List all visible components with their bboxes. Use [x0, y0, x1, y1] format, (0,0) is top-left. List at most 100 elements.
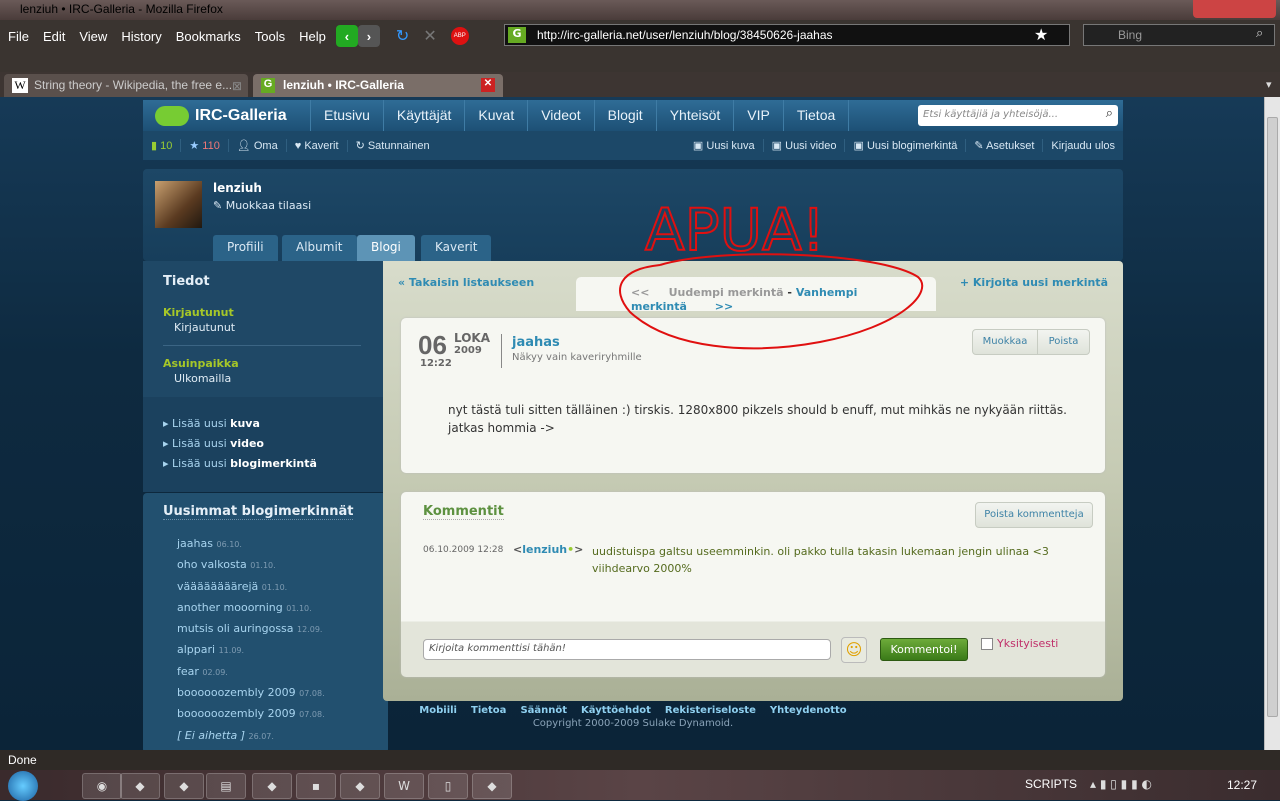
- footer-link[interactable]: Mobiili: [419, 705, 457, 716]
- back-to-list-link[interactable]: « Takaisin listaukseen: [398, 276, 534, 289]
- pencil-icon: ✎: [213, 199, 223, 212]
- menu-history[interactable]: History: [121, 29, 161, 44]
- nav-etusivu[interactable]: Etusivu: [310, 100, 383, 131]
- taskbar-notepad-icon[interactable]: ▯: [428, 773, 468, 799]
- footer-link[interactable]: Tietoa: [471, 705, 506, 716]
- submit-comment-button[interactable]: Kommentoi!: [880, 638, 968, 661]
- link-uusi-blogimerkinta[interactable]: ▣ Uusi blogimerkintä: [845, 139, 967, 152]
- nav-videot[interactable]: Videot: [527, 100, 593, 131]
- taskbar-app-icon[interactable]: ◆: [472, 773, 512, 799]
- nav-blogit[interactable]: Blogit: [593, 100, 656, 131]
- recent-post[interactable]: väääääääärejä 01.10.: [177, 580, 325, 601]
- menu-tools[interactable]: Tools: [255, 29, 285, 44]
- link-kaverit[interactable]: ♥ Kaverit: [287, 139, 348, 152]
- recent-post[interactable]: fear 02.09.: [177, 665, 325, 686]
- tab-kaverit[interactable]: Kaverit: [421, 235, 492, 261]
- add-video-link[interactable]: ▸ Lisää uusi video: [163, 437, 264, 450]
- taskbar-app-icon[interactable]: ◆: [164, 773, 204, 799]
- close-tab-icon[interactable]: ✕: [481, 78, 495, 92]
- tab-irc-galleria[interactable]: G lenziuh • IRC-Galleria ✕: [253, 74, 503, 97]
- link-kirjaudu-ulos[interactable]: Kirjaudu ulos: [1043, 140, 1123, 152]
- delete-comments-button[interactable]: Poista kommentteja: [975, 502, 1093, 528]
- nav-tietoa[interactable]: Tietoa: [782, 100, 850, 131]
- taskbar-app-icon[interactable]: ◆: [340, 773, 380, 799]
- link-oma[interactable]: 👤︎ Oma: [229, 139, 287, 152]
- recent-post[interactable]: alppari 11.09.: [177, 643, 325, 664]
- taskbar-terminal-icon[interactable]: ▪: [296, 773, 336, 799]
- site-search-input[interactable]: Etsi käyttäjiä ja yhteisöjä... ⌕: [918, 105, 1118, 126]
- stars-count[interactable]: ★ 110: [181, 139, 229, 152]
- add-blog-link[interactable]: ▸ Lisää uusi blogimerkintä: [163, 457, 317, 470]
- url-input[interactable]: http://irc-galleria.net/user/lenziuh/blo…: [504, 24, 1070, 46]
- footer-link[interactable]: Käyttöehdot: [581, 705, 651, 716]
- private-checkbox[interactable]: [981, 638, 993, 650]
- smiley-icon[interactable]: ☺: [841, 637, 867, 663]
- label: Uusi blogimerkintä: [866, 140, 958, 152]
- recent-post[interactable]: oho valkosta 01.10.: [177, 558, 325, 579]
- menu-bookmarks[interactable]: Bookmarks: [176, 29, 241, 44]
- search-icon[interactable]: ⌕: [1106, 106, 1113, 121]
- taskbar-firefox-icon[interactable]: ◉: [82, 773, 122, 799]
- write-new-link[interactable]: + Kirjoita uusi merkintä: [960, 276, 1108, 289]
- page-scrollbar[interactable]: [1264, 97, 1280, 750]
- avatar[interactable]: [155, 181, 202, 228]
- footer-link[interactable]: Säännöt: [520, 705, 567, 716]
- tab-profiili[interactable]: Profiili: [213, 235, 278, 261]
- tab-albumit[interactable]: Albumit: [282, 235, 357, 261]
- taskbar-app-icon[interactable]: ◆: [120, 773, 160, 799]
- window-controls[interactable]: [1193, 0, 1276, 18]
- comment-author[interactable]: <lenziuh•>: [513, 543, 583, 556]
- stop-icon[interactable]: ✕: [423, 26, 436, 46]
- wrench-icon: ✎: [974, 140, 984, 152]
- recent-post-title: [ Ei aihetta ]: [177, 728, 245, 742]
- recent-post[interactable]: mutsis oli auringossa 12.09.: [177, 622, 325, 643]
- tab-wikipedia[interactable]: W String theory - Wikipedia, the free e.…: [4, 74, 248, 97]
- forward-icon[interactable]: ›: [357, 25, 380, 47]
- search-icon[interactable]: ⌕: [1256, 26, 1263, 41]
- comment-input[interactable]: Kirjoita kommenttisi tähän!: [423, 639, 831, 660]
- start-button[interactable]: [8, 771, 38, 801]
- recent-post[interactable]: another mooorning 01.10.: [177, 601, 325, 622]
- edit-status-link[interactable]: ✎ Muokkaa tilaasi: [213, 199, 311, 212]
- nav-yhteisot[interactable]: Yhteisöt: [655, 100, 734, 131]
- add-kuva-link[interactable]: ▸ Lisää uusi kuva: [163, 417, 260, 430]
- link-uusi-video[interactable]: ▣ Uusi video: [764, 139, 846, 152]
- adblock-icon[interactable]: ABP: [450, 27, 469, 45]
- nav-vip[interactable]: VIP: [733, 100, 783, 131]
- recent-post[interactable]: [ Ei aihetta ] 26.07.: [177, 729, 325, 750]
- link-satunnainen[interactable]: ↻ Satunnainen: [348, 139, 438, 152]
- footer-link[interactable]: Rekisteriseloste: [665, 705, 756, 716]
- recent-post-date: 01.10.: [286, 603, 312, 613]
- tray-icons[interactable]: ▴ ▮ ▯ ▮ ▮ ◐: [1090, 777, 1152, 791]
- reload-icon[interactable]: ↻: [396, 26, 409, 46]
- search-engine-input[interactable]: Bing: [1083, 24, 1275, 46]
- taskbar-app-icon[interactable]: ◆: [252, 773, 292, 799]
- tab-list-icon[interactable]: ▾: [1266, 78, 1272, 91]
- clock[interactable]: 12:27: [1227, 778, 1257, 792]
- menu-edit[interactable]: Edit: [43, 29, 65, 44]
- nav-kayttajat[interactable]: Käyttäjät: [382, 100, 464, 131]
- taskbar-explorer-icon[interactable]: ▤: [206, 773, 246, 799]
- link-uusi-kuva[interactable]: ▣ Uusi kuva: [685, 139, 764, 152]
- scrollbar-thumb[interactable]: [1267, 117, 1278, 717]
- link-asetukset[interactable]: ✎ Asetukset: [966, 139, 1044, 152]
- bookmark-star-icon[interactable]: ★: [1034, 25, 1048, 44]
- back-icon[interactable]: ‹: [335, 25, 358, 47]
- footer-link[interactable]: Yhteydenotto: [770, 705, 847, 716]
- close-tab-icon[interactable]: ⊠: [232, 79, 242, 93]
- delete-button[interactable]: Poista: [1037, 329, 1090, 355]
- recent-post-date: 01.10.: [261, 582, 288, 592]
- wikipedia-favicon: W: [12, 78, 28, 93]
- menu-view[interactable]: View: [79, 29, 107, 44]
- friends-count[interactable]: ▮ 10: [143, 139, 182, 152]
- edit-button[interactable]: Muokkaa: [972, 329, 1038, 355]
- scripts-toolbar[interactable]: SCRIPTS: [1025, 777, 1077, 791]
- entry-title[interactable]: jaahas: [512, 335, 560, 350]
- menu-help[interactable]: Help: [299, 29, 326, 44]
- recent-post[interactable]: jaahas 06.10.: [177, 537, 325, 558]
- nav-kuvat[interactable]: Kuvat: [464, 100, 527, 131]
- site-logo[interactable]: IRC-Galleria: [143, 105, 310, 126]
- tab-blogi[interactable]: Blogi: [357, 235, 415, 261]
- menu-file[interactable]: File: [8, 29, 29, 44]
- taskbar-word-icon[interactable]: W: [384, 773, 424, 799]
